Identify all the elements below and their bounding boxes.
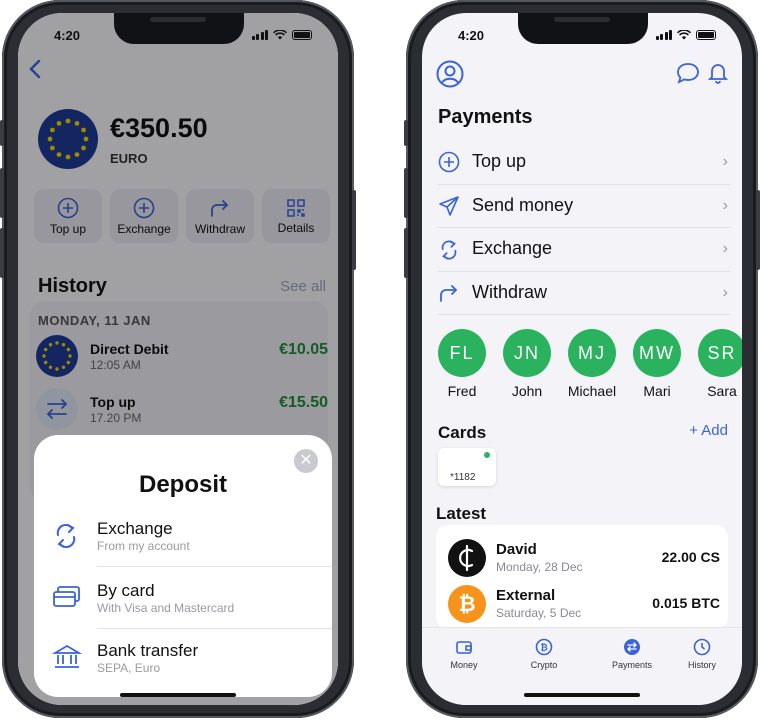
left-phone-frame: 4:20 €350.50 EURO Top up Exchange Withdr…	[0, 0, 356, 718]
cards-title: Cards	[438, 423, 487, 442]
menu-item-label: Top up	[472, 151, 527, 171]
notch	[114, 13, 244, 44]
tab-payments[interactable]: Payments	[602, 638, 662, 670]
latest-name: External	[496, 587, 556, 604]
payment-card[interactable]: *1182	[438, 448, 496, 486]
tab-label: Crypto	[530, 660, 558, 670]
payments-icon	[624, 639, 640, 655]
latest-amount: 0.015 BTC	[652, 595, 720, 611]
card-number: *1182	[450, 472, 476, 483]
contacts-row: FL Fred JN John MJ Michael MW Mari SR Sa…	[438, 329, 742, 399]
latest-date: Saturday, 5 Dec	[496, 606, 582, 620]
avatar: FL	[438, 329, 486, 377]
contact-fred[interactable]: FL Fred	[438, 329, 486, 399]
chevron-right-icon: ›	[722, 196, 728, 214]
contact-john[interactable]: JN John	[503, 329, 551, 399]
page-title: Payments	[438, 106, 533, 128]
tab-label: Money	[450, 660, 478, 670]
deposit-sheet: ✕ Deposit Exchange From my account By ca…	[34, 435, 332, 697]
tab-crypto[interactable]: ₿ Crypto	[514, 638, 574, 670]
tab-history[interactable]: History	[672, 638, 732, 670]
tab-label: History	[687, 660, 716, 670]
payments-menu: Top up › Send money › Exchange › Withdra…	[438, 141, 730, 315]
contact-name: John	[511, 383, 543, 399]
battery-icon	[292, 30, 312, 40]
tab-money[interactable]: Money	[434, 638, 494, 670]
latest-title: Latest	[436, 504, 487, 523]
notch	[518, 13, 648, 44]
wifi-icon	[273, 30, 287, 40]
share-arrow-icon	[440, 284, 457, 302]
latest-date: Monday, 28 Dec	[496, 560, 583, 574]
add-card-button[interactable]: + Add	[689, 422, 728, 439]
active-dot-icon	[484, 452, 490, 458]
menu-item-withdraw[interactable]: Withdraw ›	[438, 272, 730, 315]
option-title: By card	[97, 581, 155, 600]
coin-cs-icon	[448, 539, 486, 577]
svg-text:₿: ₿	[458, 592, 475, 616]
exchange-arrows-icon	[56, 524, 76, 548]
plus-circle-icon	[438, 151, 460, 173]
avatar: MW	[633, 329, 681, 377]
contact-sara[interactable]: SR Sara	[698, 329, 742, 399]
menu-item-top-up[interactable]: Top up ›	[438, 141, 730, 185]
credit-card-icon	[53, 586, 80, 607]
status-time: 4:20	[458, 28, 485, 43]
deposit-option-card[interactable]: By card With Visa and Mastercard	[34, 569, 332, 629]
battery-icon	[696, 30, 716, 40]
bitcoin-outline-icon: ₿	[535, 638, 553, 656]
home-indicator	[120, 693, 236, 697]
close-icon[interactable]: ✕	[294, 449, 318, 473]
contact-name: Sara	[707, 383, 737, 399]
latest-row[interactable]: David Monday, 28 Dec 22.00 CS	[448, 537, 722, 581]
menu-item-label: Withdraw	[472, 281, 548, 302]
tab-label: Payments	[611, 660, 653, 670]
home-indicator	[524, 693, 640, 697]
chevron-right-icon: ›	[722, 283, 728, 301]
right-screen: 4:20 Payments Top up › Send money › Exch…	[422, 13, 742, 705]
avatar: SR	[698, 329, 742, 377]
status-time: 4:20	[54, 28, 81, 43]
send-icon	[439, 195, 459, 216]
bank-icon	[52, 644, 82, 668]
option-title: Exchange	[97, 519, 173, 538]
deposit-option-exchange[interactable]: Exchange From my account	[34, 507, 332, 567]
option-title: Bank transfer	[97, 641, 199, 660]
option-subtitle: SEPA, Euro	[97, 661, 161, 675]
deposit-option-bank[interactable]: Bank transfer SEPA, Euro	[34, 629, 332, 689]
latest-card: David Monday, 28 Dec 22.00 CS ₿ External…	[436, 525, 728, 629]
avatar: MJ	[568, 329, 616, 377]
option-subtitle: With Visa and Mastercard	[97, 601, 235, 615]
contact-michael[interactable]: MJ Michael	[568, 329, 616, 399]
contact-mari[interactable]: MW Mari	[633, 329, 681, 399]
deposit-title: Deposit	[138, 471, 227, 498]
profile-icon[interactable]	[436, 60, 464, 88]
right-phone-frame: 4:20 Payments Top up › Send money › Exch…	[404, 0, 760, 718]
menu-item-exchange[interactable]: Exchange ›	[438, 228, 730, 272]
signal-icon	[251, 30, 268, 40]
chevron-right-icon: ›	[722, 153, 728, 170]
latest-amount: 22.00 CS	[661, 549, 720, 565]
menu-item-label: Exchange	[472, 238, 553, 258]
chat-bubble-icon[interactable]	[676, 62, 700, 84]
svg-text:₿: ₿	[540, 643, 547, 654]
wallet-icon	[456, 641, 472, 654]
contact-name: Fred	[447, 383, 477, 399]
signal-icon	[655, 30, 672, 40]
left-screen: 4:20 €350.50 EURO Top up Exchange Withdr…	[18, 13, 338, 705]
exchange-arrows-icon	[441, 240, 457, 260]
latest-name: David	[496, 541, 537, 558]
menu-item-send-money[interactable]: Send money ›	[438, 185, 730, 228]
latest-row[interactable]: ₿ External Saturday, 5 Dec 0.015 BTC	[448, 583, 722, 627]
wifi-icon	[677, 30, 691, 40]
contact-name: Michael	[567, 383, 617, 399]
avatar: JN	[503, 329, 551, 377]
clock-icon	[693, 638, 711, 656]
menu-item-label: Send money	[472, 194, 574, 215]
contact-name: Mari	[643, 383, 671, 399]
bitcoin-icon: ₿	[448, 585, 486, 623]
option-subtitle: From my account	[97, 539, 190, 553]
chevron-right-icon: ›	[722, 240, 728, 257]
bell-icon[interactable]	[708, 62, 728, 84]
